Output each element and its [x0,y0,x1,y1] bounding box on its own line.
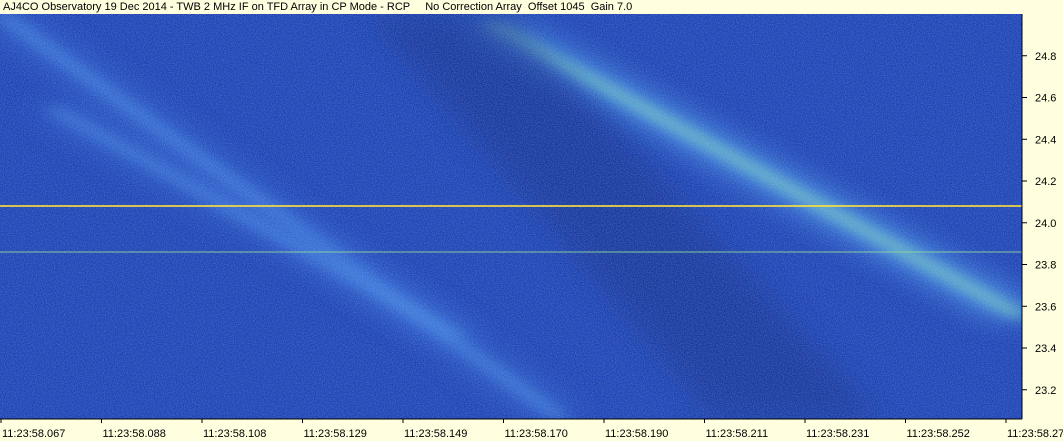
spectrogram-chart: 24.8 24.6 24.4 24.2 24.0 23.8 23.6 23.4 23.2 11:… [0,0,1063,441]
y-tick-label-1: 24.6 [1035,93,1056,105]
x-tick-label-6: 11:23:58.190 [605,428,668,440]
y-tick-label-6: 23.6 [1035,301,1056,313]
x-tick-label-4: 11:23:58.149 [404,428,467,440]
x-tick-label-9: 11:23:58.252 [907,428,970,440]
y-tick-label-7: 23.4 [1035,343,1056,355]
x-tick-label-10: 11:23:58.272 [1007,428,1063,440]
x-tick-label-3: 11:23:58.129 [304,428,367,440]
noise-texture [0,14,1022,419]
y-tick-label-5: 23.8 [1035,260,1056,272]
x-tick-label-5: 11:23:58.170 [505,428,568,440]
y-tick-label-0: 24.8 [1035,51,1056,63]
x-tick-label-7: 11:23:58.211 [706,428,769,440]
x-tick-label-2: 11:23:58.108 [203,428,266,440]
y-tick-label-2: 24.4 [1035,134,1056,146]
chart-title: AJ4CO Observatory 19 Dec 2014 - TWB 2 MH… [3,1,633,13]
y-tick-label-8: 23.2 [1035,385,1056,397]
y-tick-label-3: 24.2 [1035,176,1056,188]
y-tick-label-4: 24.0 [1035,218,1056,230]
x-tick-label-8: 11:23:58.231 [806,428,869,440]
x-tick-label-0: 11:23:58.067 [2,428,65,440]
spectrogram-svg: 24.8 24.6 24.4 24.2 24.0 23.8 23.6 23.4 23.2 11:… [0,0,1063,441]
x-tick-label-1: 11:23:58.088 [103,428,166,440]
